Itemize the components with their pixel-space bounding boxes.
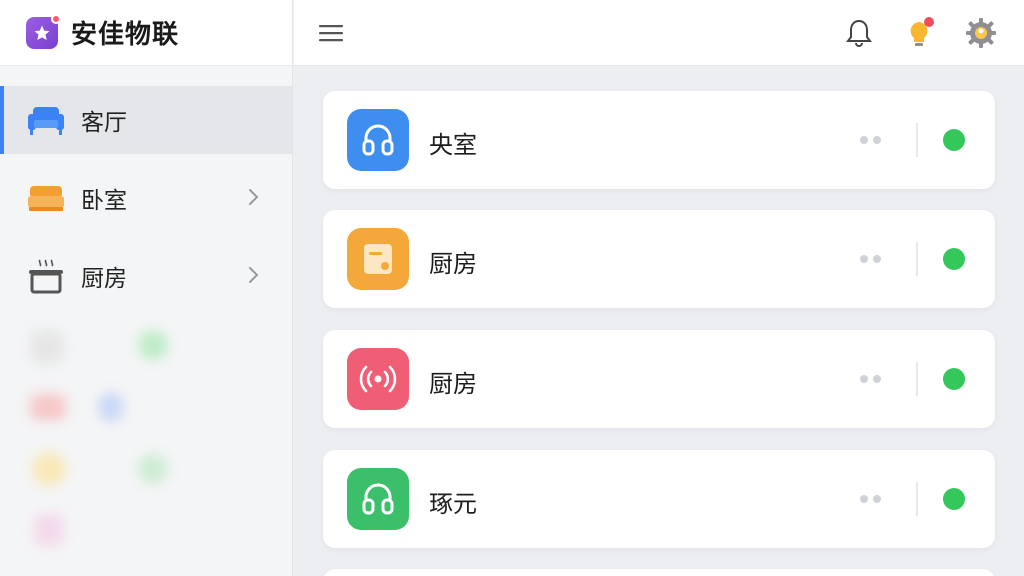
more-options-icon[interactable]: [860, 374, 884, 384]
app-title: 安佳物联: [71, 20, 180, 50]
status-indicator[interactable]: [943, 129, 965, 151]
card-title: 厨房: [429, 250, 477, 278]
sidebar-item-living-room[interactable]: 客厅: [0, 86, 292, 154]
room-nav: 客厅 卧室 厨房: [0, 66, 292, 310]
app-logo-icon: [26, 13, 61, 49]
sidebar-item-bedroom[interactable]: 卧室: [0, 164, 292, 232]
card-title: 厨房: [429, 370, 477, 398]
status-indicator[interactable]: [943, 488, 965, 510]
more-options-icon[interactable]: [860, 135, 884, 145]
sidebar: 安佳物联 客厅 卧室 厨房: [0, 0, 293, 576]
headphones-icon[interactable]: [347, 109, 409, 171]
lightbulb-icon[interactable]: [903, 14, 939, 52]
chevron-right-icon: [249, 189, 259, 205]
divider: [916, 362, 918, 396]
status-indicator[interactable]: [943, 368, 965, 390]
blurred-placeholder-items: [20, 320, 220, 560]
chevron-right-icon: [249, 267, 259, 283]
cabinet-icon[interactable]: [347, 228, 409, 290]
sidebar-item-label: 卧室: [81, 188, 127, 214]
room-card[interactable]: 琢元: [323, 450, 995, 548]
sidebar-item-label: 厨房: [81, 266, 127, 292]
divider: [916, 242, 918, 276]
divider: [916, 482, 918, 516]
card-title: 央室: [429, 131, 477, 159]
cooking-pot-icon: [26, 258, 66, 294]
headphones-icon[interactable]: [347, 468, 409, 530]
room-card-list: 央室 厨房 厨房 琢元: [294, 67, 1024, 576]
broadcast-icon[interactable]: [347, 348, 409, 410]
top-bar: [294, 0, 1024, 66]
room-card[interactable]: 央室: [323, 91, 995, 189]
sidebar-item-kitchen[interactable]: 厨房: [0, 242, 292, 310]
gear-icon[interactable]: [963, 14, 999, 52]
room-card-partial: [323, 569, 995, 576]
card-title: 琢元: [429, 490, 477, 518]
brand-header: 安佳物联: [0, 0, 292, 66]
room-card[interactable]: 厨房: [323, 210, 995, 308]
more-options-icon[interactable]: [860, 254, 884, 264]
more-options-icon[interactable]: [860, 494, 884, 504]
room-card[interactable]: 厨房: [323, 330, 995, 428]
sidebar-item-label: 客厅: [81, 110, 127, 136]
bell-icon[interactable]: [841, 14, 877, 52]
bed-icon: [26, 180, 66, 216]
sofa-icon: [26, 102, 66, 138]
menu-icon[interactable]: [316, 18, 346, 48]
divider: [916, 123, 918, 157]
status-indicator[interactable]: [943, 248, 965, 270]
